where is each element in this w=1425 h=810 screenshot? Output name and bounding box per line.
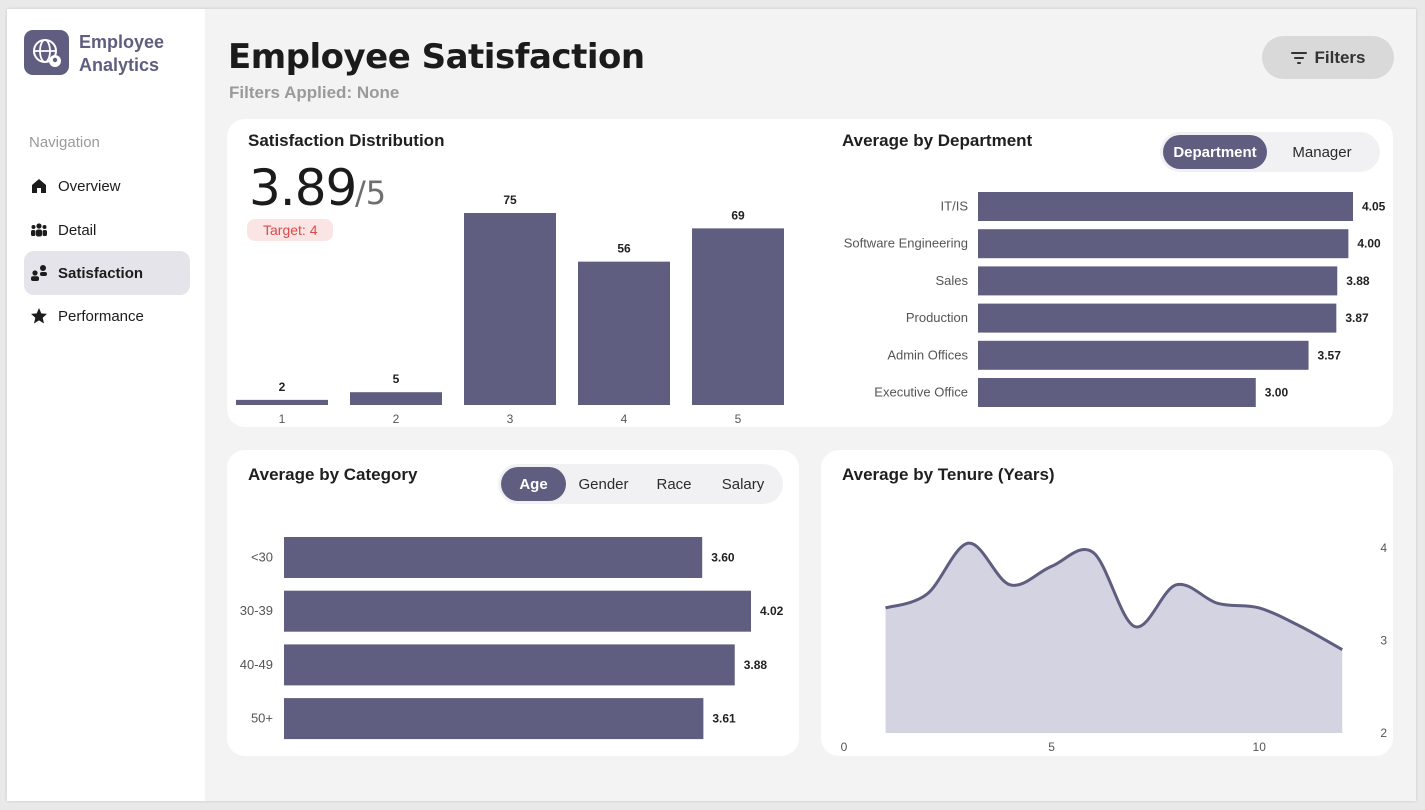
toggle-department[interactable]: Department xyxy=(1163,135,1267,169)
category-bar xyxy=(284,698,704,740)
department-value-label: 3.87 xyxy=(1345,311,1369,325)
distribution-tick-label: 4 xyxy=(621,412,628,426)
distribution-value-label: 56 xyxy=(617,242,631,256)
distribution-tick-label: 5 xyxy=(735,412,742,426)
app-name: Employee Analytics xyxy=(79,32,165,75)
category-value-label: 3.61 xyxy=(712,712,736,726)
category-bar xyxy=(284,590,751,632)
toggle-gender[interactable]: Gender xyxy=(566,467,641,501)
distribution-bar xyxy=(692,228,784,405)
globe-pin-icon xyxy=(24,30,69,75)
department-category-label: Production xyxy=(906,310,968,325)
tenure-card: Average by Tenure (Years) 0 5 10 2 3 4 xyxy=(821,450,1393,756)
distribution-value-label: 5 xyxy=(393,372,400,386)
department-value-label: 3.57 xyxy=(1318,348,1342,362)
department-category-label: Software Engineering xyxy=(844,236,968,251)
category-card: Average by Category Age Gender Race Sala… xyxy=(227,450,799,756)
department-category-label: IT/IS xyxy=(941,199,969,214)
department-bar xyxy=(978,192,1353,221)
category-label: <30 xyxy=(251,550,273,565)
distribution-bar xyxy=(350,392,442,405)
category-label: 30-39 xyxy=(240,603,273,618)
sidebar-item-label: Detail xyxy=(58,221,97,239)
people-chat-icon xyxy=(31,265,47,281)
sidebar: Employee Analytics Navigation Overview D… xyxy=(7,9,205,801)
sidebar-item-label: Performance xyxy=(58,307,144,325)
category-value-label: 3.88 xyxy=(744,658,768,672)
tenure-chart: 0 5 10 2 3 4 xyxy=(841,541,1388,754)
department-category-label: Admin Offices xyxy=(887,347,968,362)
top-card: Satisfaction Distribution 3.89 /5 Target… xyxy=(227,119,1393,427)
distribution-value-label: 2 xyxy=(279,380,286,394)
category-value-label: 4.02 xyxy=(760,604,784,618)
distribution-value-label: 75 xyxy=(503,193,517,207)
category-label: 50+ xyxy=(251,711,273,726)
category-chart: <30 3.60 30-39 4.02 40-49 3.88 50+ 3.61 xyxy=(240,537,784,740)
department-category-label: Executive Office xyxy=(874,385,968,400)
tenure-y-tick-label: 2 xyxy=(1380,726,1387,740)
distribution-tick-label: 2 xyxy=(393,412,400,426)
page-title: Employee Satisfaction xyxy=(228,37,645,77)
sidebar-item-detail[interactable]: Detail xyxy=(24,208,190,252)
sidebar-item-performance[interactable]: Performance xyxy=(24,294,190,338)
distribution-chart: 2 1 5 2 75 3 56 4 69 5 xyxy=(236,193,784,426)
tenure-x-tick-label: 5 xyxy=(1048,740,1055,754)
filters-applied-text: Filters Applied: None xyxy=(229,83,400,102)
department-bar xyxy=(978,340,1309,370)
department-chart: IT/IS 4.05 Software Engineering 4.00 Sales 3.… xyxy=(844,192,1386,407)
category-toggle: Age Gender Race Salary xyxy=(498,464,783,504)
category-bar xyxy=(284,644,735,686)
distribution-bar xyxy=(578,261,670,405)
tenure-x-tick-label: 10 xyxy=(1253,740,1267,754)
department-category-label: Sales xyxy=(935,273,968,288)
sidebar-item-label: Satisfaction xyxy=(58,264,144,282)
tenure-area xyxy=(885,543,1343,733)
people-group-icon xyxy=(31,223,47,237)
category-title: Average by Category xyxy=(248,465,418,484)
nav-heading: Navigation xyxy=(29,134,100,151)
distribution-bar xyxy=(236,399,328,405)
department-bar xyxy=(978,229,1349,259)
sidebar-item-satisfaction[interactable]: Satisfaction xyxy=(24,251,190,295)
filter-icon xyxy=(1291,51,1308,64)
tenure-y-tick-label: 3 xyxy=(1380,633,1387,647)
sidebar-item-label: Overview xyxy=(58,177,121,195)
distribution-tick-label: 1 xyxy=(279,412,286,426)
home-icon xyxy=(32,179,46,193)
toggle-manager[interactable]: Manager xyxy=(1267,135,1377,169)
department-toggle: Department Manager xyxy=(1160,132,1380,172)
department-value-label: 4.05 xyxy=(1362,200,1386,214)
filters-button[interactable]: Filters xyxy=(1262,36,1394,79)
department-bar xyxy=(978,303,1337,333)
category-label: 40-49 xyxy=(240,657,273,672)
toggle-race[interactable]: Race xyxy=(641,467,707,501)
filters-button-label: Filters xyxy=(1314,47,1366,67)
department-value-label: 4.00 xyxy=(1357,237,1381,251)
department-title: Average by Department xyxy=(842,131,1033,150)
app-window: Employee Analytics Navigation Overview D… xyxy=(7,9,1416,801)
sidebar-item-overview[interactable]: Overview xyxy=(24,164,190,208)
distribution-tick-label: 3 xyxy=(507,412,514,426)
category-bar xyxy=(284,537,703,578)
department-bar xyxy=(978,378,1256,407)
tenure-x-tick-label: 0 xyxy=(841,740,848,754)
toggle-salary[interactable]: Salary xyxy=(707,467,779,501)
category-value-label: 3.60 xyxy=(711,551,735,565)
department-bar xyxy=(978,266,1338,296)
tenure-y-tick-label: 4 xyxy=(1380,541,1387,555)
department-value-label: 3.00 xyxy=(1265,386,1289,400)
star-icon xyxy=(31,308,47,324)
distribution-value-label: 69 xyxy=(731,208,745,222)
department-value-label: 3.88 xyxy=(1346,274,1370,288)
distribution-bar xyxy=(464,213,556,405)
toggle-age[interactable]: Age xyxy=(501,467,566,501)
